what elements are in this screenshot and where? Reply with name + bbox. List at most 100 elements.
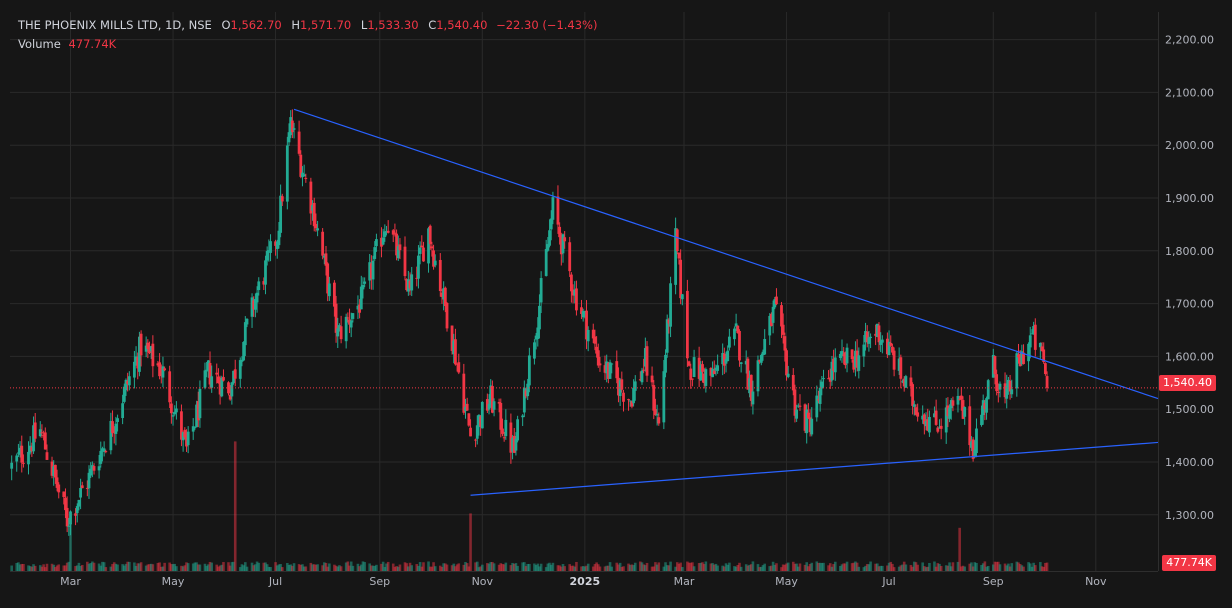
volume-bar <box>92 562 96 571</box>
candle-body <box>438 259 442 292</box>
volume-label[interactable]: Volume <box>18 37 61 51</box>
low-value: 1,533.30 <box>367 18 419 32</box>
volume-bar <box>986 565 990 571</box>
candle-body <box>233 369 237 379</box>
candle-body <box>665 319 669 353</box>
candle-body <box>193 427 197 429</box>
candle-body <box>980 414 983 426</box>
candle-body <box>373 247 377 259</box>
candle-body <box>398 244 402 251</box>
high-value: 1,571.70 <box>300 18 352 32</box>
candle-body <box>912 404 916 407</box>
candle-body <box>22 462 25 464</box>
chart-window: 2,200.00 2,100.00 2,000.00 1,900.00 1,800.00… <box>0 0 1232 608</box>
volume-bar <box>1010 563 1014 571</box>
candle-body <box>993 356 997 375</box>
candle-body <box>203 370 207 388</box>
candle-body <box>386 230 390 233</box>
candle-body <box>692 357 696 378</box>
candle-body <box>771 306 775 323</box>
plot-area[interactable]: 2,200.00 2,100.00 2,000.00 1,900.00 1,800.00… <box>10 12 1214 588</box>
candle-body <box>704 369 708 386</box>
candle-body <box>116 418 119 422</box>
candle-body <box>45 452 49 460</box>
time-tick-label: Sep <box>983 575 1004 588</box>
candle-body <box>726 350 730 362</box>
price-tick-label: 1,400.00 <box>1165 456 1214 469</box>
candle-body <box>1030 333 1034 335</box>
candle-body <box>751 391 755 405</box>
candle-body <box>480 401 484 429</box>
volume-bar <box>128 561 131 571</box>
candle-body <box>662 371 666 423</box>
candle-body <box>175 408 178 413</box>
volume-bar <box>80 564 84 571</box>
candle-body <box>467 413 471 426</box>
candle-body <box>257 281 261 291</box>
candle-body <box>469 427 472 437</box>
volume-bar <box>892 567 896 571</box>
volume-bar <box>657 562 661 571</box>
change-value: −22.30 (−1.43%) <box>496 18 598 32</box>
candle-body <box>504 419 508 437</box>
candle-body <box>1045 376 1049 388</box>
candle-body <box>420 245 424 248</box>
candle-body <box>951 400 955 406</box>
volume-bar <box>398 564 402 571</box>
candle-body <box>454 339 457 365</box>
candle-body <box>198 388 202 419</box>
volume-bar <box>528 563 531 571</box>
time-tick-label: May <box>162 575 185 588</box>
volume-bar <box>328 563 331 571</box>
candle-body <box>430 246 434 249</box>
candle-body <box>657 417 661 424</box>
volume-bar <box>939 565 943 571</box>
candle-body <box>818 387 822 404</box>
symbol-title[interactable]: THE PHOENIX MILLS LTD, 1D, NSE <box>18 18 212 32</box>
candle-body <box>89 468 93 476</box>
candle-body <box>869 336 872 339</box>
candle-body <box>640 370 644 383</box>
candle-body <box>544 249 548 276</box>
candle-body <box>351 313 355 319</box>
candle-body <box>561 234 565 254</box>
volume-bar <box>375 564 378 571</box>
candle-body <box>627 399 630 401</box>
candle-body <box>97 466 101 471</box>
candle-body <box>255 292 259 303</box>
candle-body <box>146 342 150 350</box>
volume-bar <box>598 566 602 571</box>
candle-body <box>968 406 972 446</box>
candle-body <box>691 378 694 380</box>
candle-body <box>327 283 331 297</box>
candle-body <box>622 392 625 402</box>
candle-body <box>679 259 683 299</box>
candle-body <box>934 410 938 425</box>
candle-body <box>781 324 785 335</box>
candle-body <box>349 320 353 328</box>
candle-body <box>168 371 172 403</box>
candle-body <box>1015 353 1019 389</box>
candle-body <box>344 316 348 342</box>
volume-bar <box>22 563 25 571</box>
volume-bar <box>198 564 202 571</box>
candle-body <box>521 415 525 418</box>
candle-body <box>499 402 503 430</box>
candle-body <box>1033 324 1037 350</box>
candle-body <box>243 322 247 346</box>
candle-body <box>677 252 681 259</box>
price-tick-label: 1,900.00 <box>1165 192 1214 205</box>
volume-value: 477.74K <box>68 37 117 51</box>
candle-body <box>264 260 267 285</box>
candle-body <box>727 336 731 348</box>
candle-body <box>548 230 551 246</box>
time-tick-label: 2025 <box>570 575 601 588</box>
volume-bar <box>457 563 461 571</box>
volume-bar <box>492 563 496 571</box>
volume-bar <box>292 563 296 571</box>
volume-bar <box>245 566 249 571</box>
volume-bar <box>163 562 166 571</box>
candle-body <box>465 403 469 411</box>
volume-bar <box>316 564 319 571</box>
candle-body <box>215 372 219 375</box>
